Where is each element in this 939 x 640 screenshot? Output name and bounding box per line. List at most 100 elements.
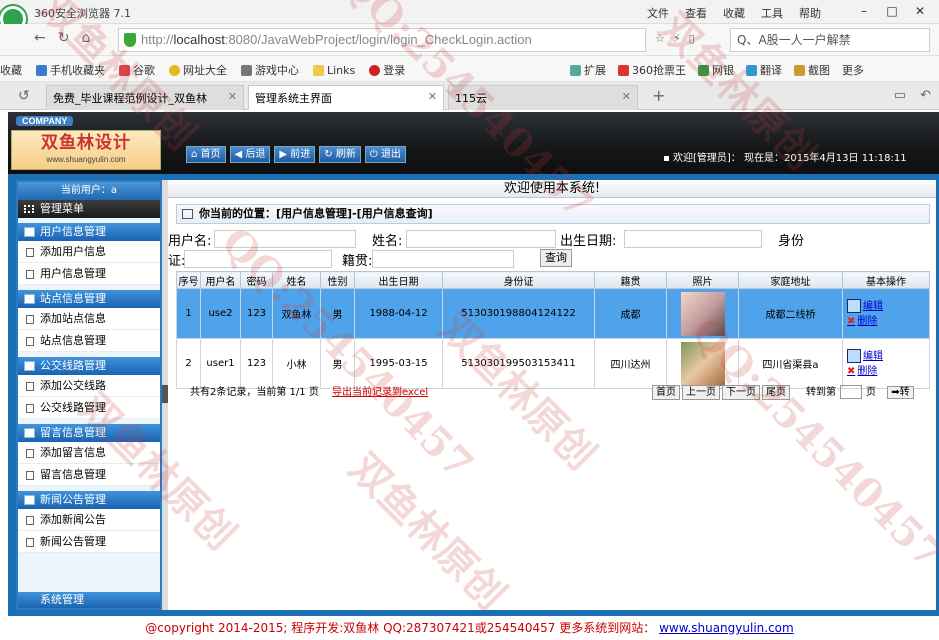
footer-site-link[interactable]: www.shuangyulin.com bbox=[659, 621, 794, 635]
bookmark-links[interactable]: Links bbox=[313, 62, 355, 78]
back-button[interactable]: ◀ 后退 bbox=[229, 146, 271, 163]
toolbar-bank[interactable]: 网银 bbox=[698, 62, 734, 78]
menu-item-add-news[interactable]: 添加新闻公告 bbox=[18, 509, 160, 531]
refresh-button[interactable]: ↻ 刷新 bbox=[319, 146, 361, 163]
minimize-icon[interactable]: – bbox=[851, 2, 877, 20]
menu-item-add-station[interactable]: 添加站点信息 bbox=[18, 308, 160, 330]
idcard-input[interactable] bbox=[184, 250, 332, 268]
go-button[interactable]: ➡转 bbox=[887, 386, 914, 399]
close-tab-icon[interactable]: ✕ bbox=[428, 90, 437, 110]
table-row[interactable]: 1 use2 123 双鱼林 男 1988-04-12 513030198804… bbox=[176, 288, 930, 339]
star-icon[interactable]: ☆ bbox=[655, 32, 665, 45]
logout-button[interactable]: ⏻ 退出 bbox=[364, 146, 406, 163]
menu-group-header[interactable]: 公交线路管理 bbox=[18, 357, 160, 375]
toolbar-extensions[interactable]: 扩展 bbox=[570, 62, 606, 78]
col-header[interactable]: 身份证 bbox=[442, 271, 595, 289]
menu-file[interactable]: 文件 bbox=[647, 5, 669, 21]
first-page-button[interactable]: 首页 bbox=[652, 385, 680, 400]
last-page-button[interactable]: 尾页 bbox=[762, 385, 790, 400]
export-excel-link[interactable]: 导出当前记录到excel bbox=[332, 387, 428, 398]
birthday-input[interactable] bbox=[624, 230, 762, 248]
toolbar-ticket[interactable]: 360抢票王 bbox=[618, 62, 686, 78]
search-button[interactable]: 查询 bbox=[540, 249, 572, 267]
grid-icon bbox=[24, 205, 34, 213]
back-icon[interactable]: ← bbox=[34, 30, 46, 46]
name-input[interactable] bbox=[406, 230, 556, 248]
page-icon bbox=[26, 248, 34, 257]
bookmark-games[interactable]: 游戏中心 bbox=[241, 62, 299, 78]
edit-link[interactable]: 编辑 bbox=[847, 348, 929, 364]
group-title: 用户信息管理 bbox=[40, 225, 106, 238]
toolbar-more[interactable]: 更多 bbox=[842, 62, 864, 78]
menu-item-manage-message[interactable]: 留言信息管理 bbox=[18, 464, 160, 486]
menu-item-add-message[interactable]: 添加留言信息 bbox=[18, 442, 160, 464]
col-header[interactable]: 用户名 bbox=[200, 271, 241, 289]
close-tab-icon[interactable]: ✕ bbox=[622, 90, 631, 110]
menu-group-header[interactable]: 用户信息管理 bbox=[18, 223, 160, 241]
close-icon[interactable]: ✕ bbox=[907, 2, 933, 20]
menu-item-manage-bus[interactable]: 公交线路管理 bbox=[18, 397, 160, 419]
menu-item-manage-user[interactable]: 用户信息管理 bbox=[18, 263, 160, 285]
prev-page-button[interactable]: 上一页 bbox=[682, 385, 720, 400]
menu-item-add-bus[interactable]: 添加公交线路 bbox=[18, 375, 160, 397]
menu-item-manage-news[interactable]: 新闻公告管理 bbox=[18, 531, 160, 553]
forward-button[interactable]: ▶ 前进 bbox=[274, 146, 316, 163]
toolbar-screenshot[interactable]: 截图 bbox=[794, 62, 830, 78]
table-row[interactable]: 2 user1 123 小林 男 1995-03-15 513030199503… bbox=[176, 338, 930, 389]
mobile-icon[interactable]: ▯ bbox=[689, 32, 695, 45]
edit-link[interactable]: 编辑 bbox=[847, 298, 929, 314]
tab-admin-main[interactable]: 管理系统主界面 ✕ bbox=[248, 85, 444, 110]
table-header-row: 序号 用户名 密码 姓名 性别 出生日期 身份证 籍贯 照片 家庭地址 基本操作 bbox=[176, 271, 930, 289]
col-header[interactable]: 基本操作 bbox=[842, 271, 930, 289]
username-input[interactable] bbox=[214, 230, 356, 248]
col-header[interactable]: 照片 bbox=[666, 271, 739, 289]
delete-link[interactable]: ✖ 删除 bbox=[847, 314, 929, 329]
col-header[interactable]: 籍贯 bbox=[594, 271, 667, 289]
menu-item-add-user[interactable]: 添加用户信息 bbox=[18, 241, 160, 263]
close-tab-icon[interactable]: ✕ bbox=[228, 90, 237, 110]
security-shield-icon[interactable] bbox=[124, 33, 136, 47]
home-button[interactable]: ⌂ 首页 bbox=[186, 146, 226, 163]
col-header[interactable]: 性别 bbox=[320, 271, 355, 289]
reload-icon[interactable]: ↻ bbox=[58, 30, 70, 46]
col-header[interactable]: 密码 bbox=[240, 271, 273, 289]
col-header[interactable]: 序号 bbox=[176, 271, 201, 289]
menu-item-manage-station[interactable]: 站点信息管理 bbox=[18, 330, 160, 352]
menu-group-header[interactable]: 留言信息管理 bbox=[18, 424, 160, 442]
native-input[interactable] bbox=[372, 250, 514, 268]
compat-icon[interactable]: ⚡ bbox=[673, 32, 681, 45]
address-extensions: ☆ ⚡ ▯ bbox=[655, 32, 695, 45]
menu-group-header[interactable]: 新闻公告管理 bbox=[18, 491, 160, 509]
page-number-input[interactable] bbox=[840, 385, 862, 399]
toolbar-translate[interactable]: 翻译 bbox=[746, 62, 782, 78]
col-header[interactable]: 出生日期 bbox=[354, 271, 443, 289]
bookmark-google[interactable]: 谷歌 bbox=[119, 62, 155, 78]
tab-list-icon[interactable]: ▭ bbox=[894, 88, 906, 103]
bookmark-favorites[interactable]: 收藏 bbox=[0, 62, 22, 78]
system-management-header[interactable]: 系统管理 bbox=[18, 592, 160, 608]
new-tab-icon[interactable]: + bbox=[652, 86, 665, 105]
col-header[interactable]: 姓名 bbox=[272, 271, 321, 289]
tab-template-site[interactable]: 免费_毕业课程范例设计_双鱼林 ✕ bbox=[46, 85, 244, 110]
home-icon[interactable]: ⌂ bbox=[81, 30, 90, 46]
url-input[interactable]: http://localhost:8080/JavaWebProject/log… bbox=[118, 28, 646, 52]
undo-close-icon[interactable]: ↶ bbox=[920, 88, 931, 103]
page-icon bbox=[26, 449, 34, 458]
maximize-icon[interactable]: □ bbox=[879, 2, 905, 20]
menu-group-header[interactable]: 站点信息管理 bbox=[18, 290, 160, 308]
col-header[interactable]: 家庭地址 bbox=[738, 271, 843, 289]
delete-link[interactable]: ✖ 删除 bbox=[847, 364, 929, 379]
bookmark-mobile[interactable]: 手机收藏夹 bbox=[36, 62, 105, 78]
menu-tools[interactable]: 工具 bbox=[761, 5, 783, 21]
tab-115[interactable]: 115云 ✕ bbox=[448, 85, 638, 110]
tab-controls: ▭ ↶ bbox=[894, 88, 931, 103]
bookmark-login[interactable]: 登录 bbox=[369, 62, 405, 78]
bookmark-sites[interactable]: 网址大全 bbox=[169, 62, 227, 78]
search-form: 用户名: 姓名: 出生日期: 身份 证: 籍贯: 查询 bbox=[168, 229, 936, 269]
restore-tab-icon[interactable]: ↺ bbox=[18, 88, 30, 104]
next-page-button[interactable]: 下一页 bbox=[722, 385, 760, 400]
menu-help[interactable]: 帮助 bbox=[799, 5, 821, 21]
search-input[interactable]: Q、A股一人一户解禁 bbox=[730, 28, 930, 52]
menu-view[interactable]: 查看 bbox=[685, 5, 707, 21]
menu-favorites[interactable]: 收藏 bbox=[723, 5, 745, 21]
